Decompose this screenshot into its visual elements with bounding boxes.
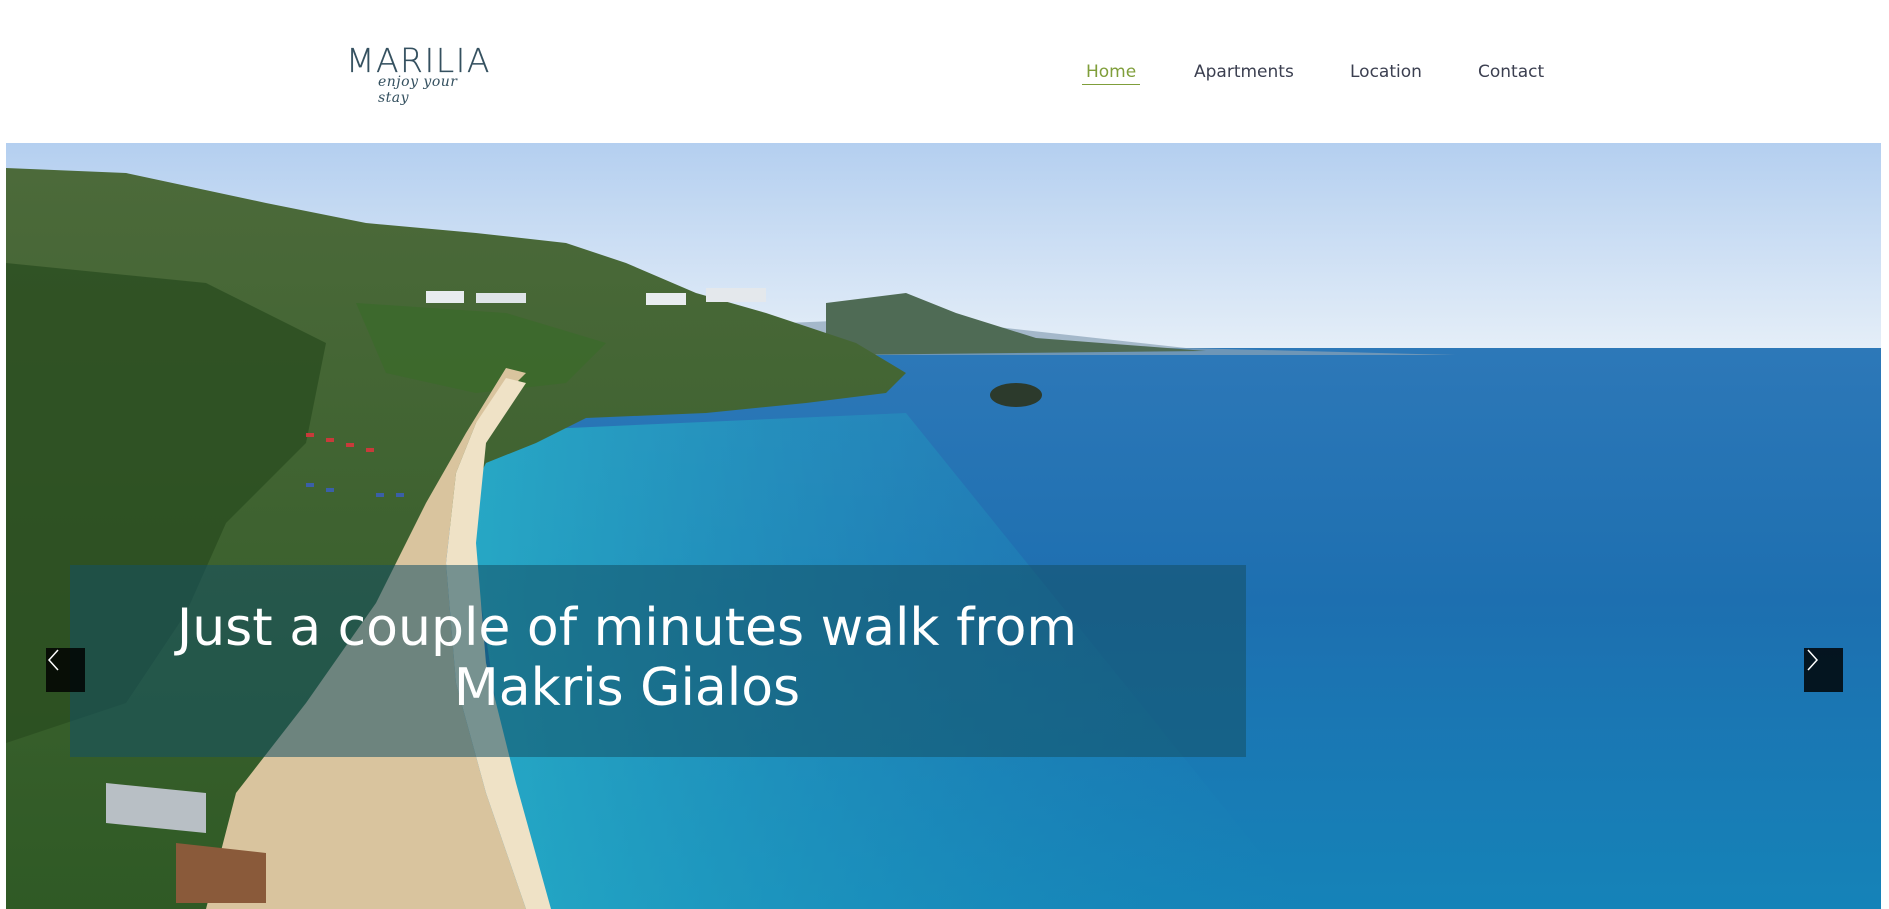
hero-caption: Just a couple of minutes walk from Makri… bbox=[176, 598, 1078, 718]
site-header: MARILIA enjoy your stay Home Apartments … bbox=[0, 0, 1889, 143]
site-logo[interactable]: MARILIA enjoy your stay bbox=[346, 41, 491, 106]
nav-item-apartments[interactable]: Apartments bbox=[1194, 60, 1294, 84]
logo-title: MARILIA bbox=[346, 41, 491, 80]
chevron-left-icon bbox=[47, 649, 59, 671]
nav-item-home[interactable]: Home bbox=[1082, 60, 1141, 85]
nav-item-contact[interactable]: Contact bbox=[1478, 60, 1544, 84]
slider-next-button[interactable] bbox=[1804, 648, 1843, 692]
hero-image bbox=[6, 143, 1881, 909]
nav-item-location[interactable]: Location bbox=[1350, 60, 1422, 84]
chevron-right-icon bbox=[1807, 649, 1819, 671]
hero-slider: Just a couple of minutes walk from Makri… bbox=[6, 143, 1881, 909]
slider-prev-button[interactable] bbox=[46, 648, 85, 692]
logo-tagline: enjoy your stay bbox=[378, 74, 458, 106]
